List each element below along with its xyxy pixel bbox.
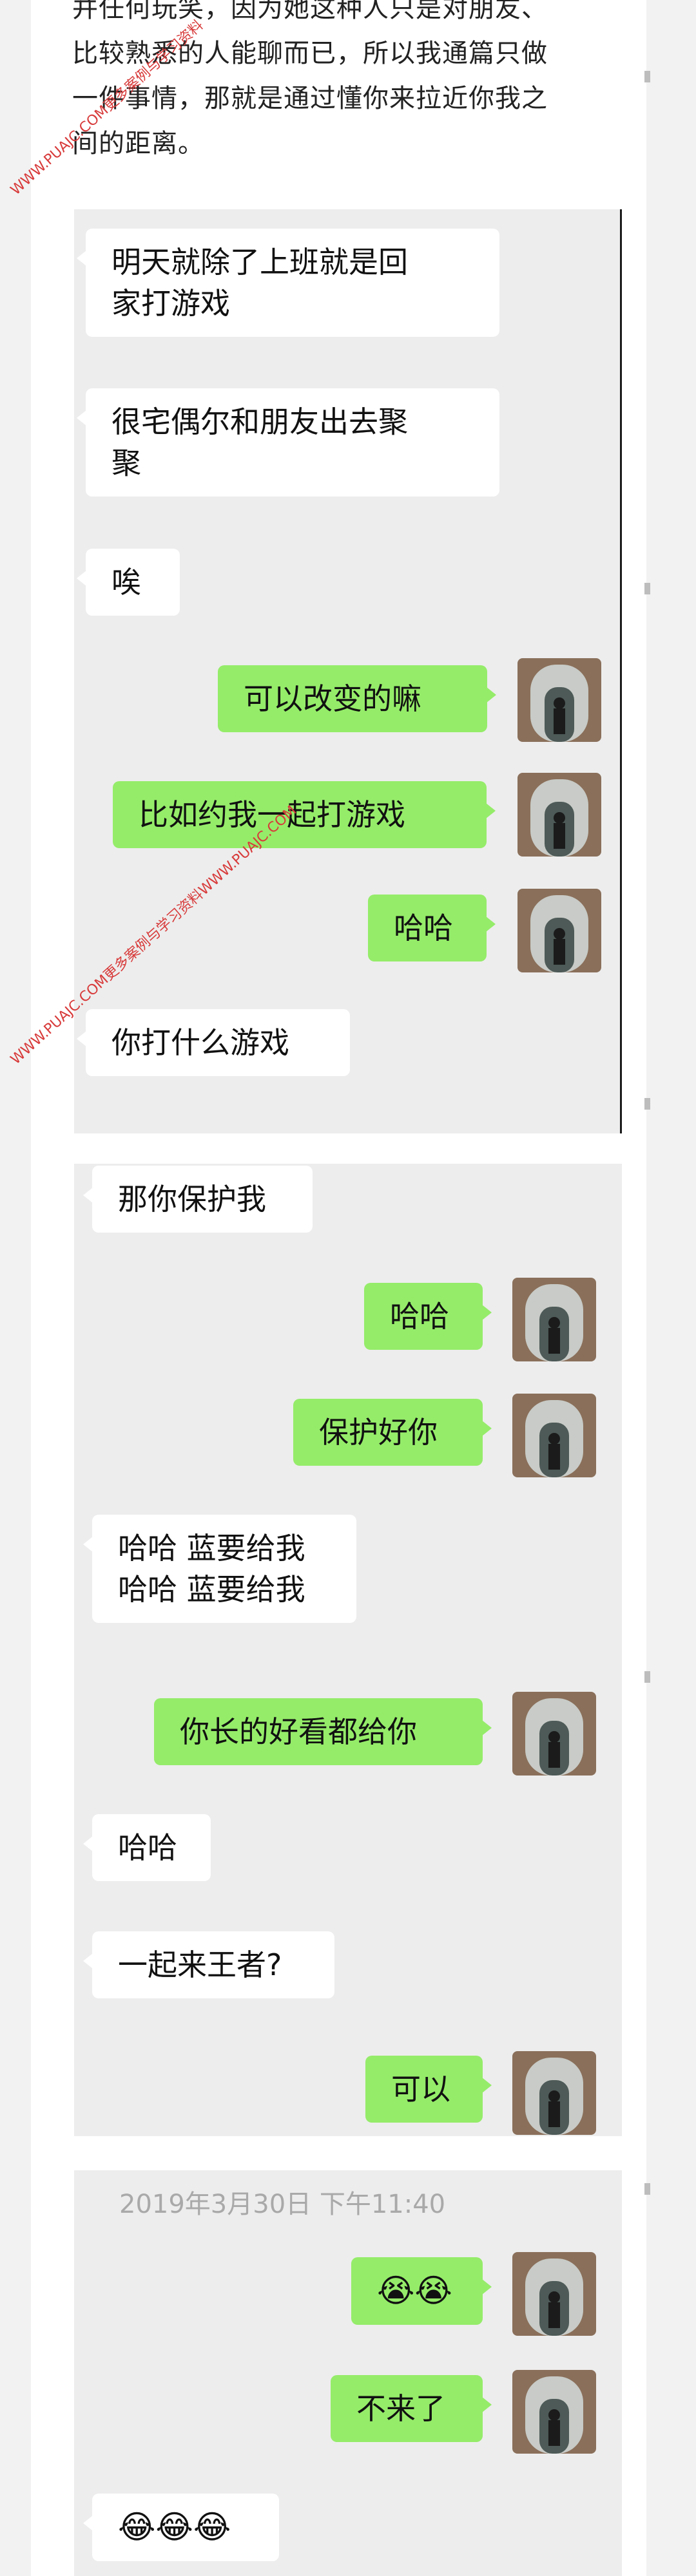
chat-message: 你打什么游戏 (77, 1009, 350, 1076)
chat-screenshot-1: 明天就除了上班就是回 家打游戏 很宅偶尔和朋友出去聚 聚 唉 可以改变的嘛 比如… (74, 209, 622, 1133)
scroll-marker (644, 1671, 650, 1683)
avatar (517, 773, 601, 857)
avatar (517, 889, 601, 972)
article-line: 并任何玩笑，因为她这种人只是对朋友、 (72, 0, 548, 23)
chat-message-sent: 你长的好看都给你 (154, 1698, 492, 1765)
avatar (512, 1278, 596, 1361)
avatar (512, 1692, 596, 1776)
chat-message-sent: 保护好你 (293, 1399, 492, 1466)
avatar (512, 2370, 596, 2454)
article-line: 间的距离。 (72, 129, 204, 158)
chat-screenshot-3: 2019年3月30日 下午11:40 😭😭 不来了 😂😂😂 (74, 2170, 622, 2576)
chat-message-sent: 😭😭 (351, 2257, 492, 2325)
article-text: 并任何玩笑，因为她这种人只是对朋友、 比较熟悉的人能聊而已，所以我通篇只做 一件… (72, 0, 626, 166)
chat-message: 😂😂😂 (83, 2494, 279, 2561)
chat-message: 那你保护我 (83, 1166, 313, 1233)
avatar (512, 2051, 596, 2135)
chat-message-sent: 哈哈 (368, 895, 496, 961)
scroll-marker (644, 1098, 650, 1110)
avatar (512, 1394, 596, 1477)
scroll-marker (644, 583, 650, 594)
article-line: 一件事情，那就是通过懂你来拉近你我之 (72, 84, 548, 113)
chat-message: 唉 (77, 549, 180, 616)
chat-screenshot-2: 那你保护我 哈哈 保护好你 哈哈 蓝要给我 哈哈 蓝要给我 你长的好看都给你 哈… (74, 1164, 622, 2136)
chat-message: 哈哈 蓝要给我 哈哈 蓝要给我 (83, 1515, 356, 1623)
chat-message-sent: 可以改变的嘛 (218, 665, 496, 732)
chat-message-sent: 可以 (365, 2056, 492, 2123)
scroll-marker (644, 2183, 650, 2195)
avatar (517, 658, 601, 742)
screenshot-edge (620, 209, 622, 1133)
chat-message: 一起来王者? (83, 1931, 334, 1998)
chat-message: 明天就除了上班就是回 家打游戏 (77, 229, 499, 337)
chat-message: 哈哈 (83, 1814, 211, 1881)
chat-message-sent: 哈哈 (364, 1283, 492, 1350)
chat-message: 很宅偶尔和朋友出去聚 聚 (77, 388, 499, 497)
chat-message-sent: 不来了 (331, 2375, 492, 2442)
avatar (512, 2252, 596, 2336)
message-timestamp: 2019年3月30日 下午11:40 (119, 2190, 446, 2219)
scroll-marker (644, 71, 650, 82)
